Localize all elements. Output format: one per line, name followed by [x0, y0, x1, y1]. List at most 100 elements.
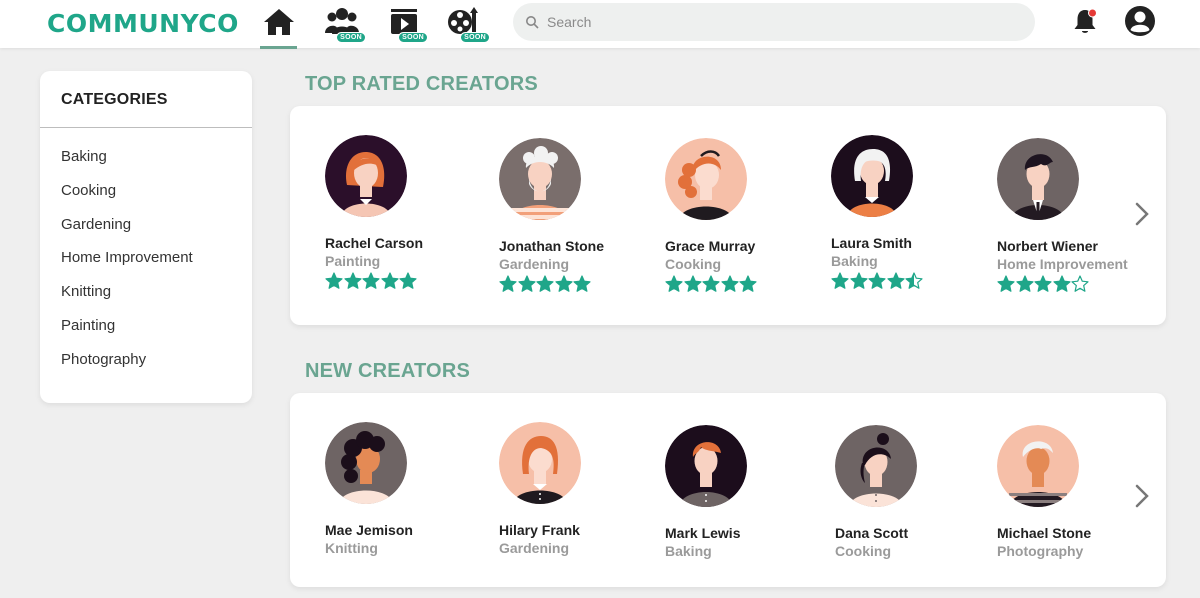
star-full-icon [665, 275, 683, 292]
star-half-icon [905, 272, 923, 289]
star-full-icon [362, 272, 380, 289]
creator-category: Baking [831, 253, 878, 269]
star-full-icon [997, 275, 1015, 292]
categories-sidebar: CATEGORIES Baking Cooking Gardening Home… [40, 71, 252, 403]
nav-video[interactable]: SOON [382, 4, 428, 43]
section-title-top-rated: TOP RATED CREATORS [305, 73, 538, 95]
star-full-icon [325, 272, 343, 289]
avatar [665, 138, 747, 220]
star-full-icon [1034, 275, 1052, 292]
carousel-next-icon[interactable] [1131, 200, 1153, 228]
rating-stars [997, 275, 1157, 293]
category-item-cooking[interactable]: Cooking [61, 181, 193, 215]
creator-card[interactable]: Mae Jemison Knitting [325, 422, 485, 556]
creator-name: Norbert Wiener [997, 238, 1099, 254]
top-rated-carousel: Rachel Carson Painting Jonathan Stone Ga… [290, 106, 1166, 325]
creator-category: Photography [997, 543, 1084, 559]
star-full-icon [554, 275, 573, 292]
new-creators-carousel: Mae Jemison Knitting Hilary Frank Garden… [290, 393, 1166, 587]
avatar [325, 422, 407, 504]
star-full-icon [886, 272, 905, 289]
star-full-icon [499, 275, 517, 292]
creator-category: Cooking [665, 256, 721, 272]
creator-category: Cooking [835, 543, 891, 559]
star-full-icon [1015, 275, 1034, 292]
avatar [997, 138, 1079, 220]
search-bar[interactable] [513, 3, 1035, 41]
rating-stars [325, 272, 485, 290]
section-title-new-creators: NEW CREATORS [305, 360, 470, 382]
carousel-next-icon[interactable] [1131, 482, 1153, 510]
avatar [665, 425, 747, 507]
star-full-icon [1052, 275, 1071, 292]
active-nav-indicator [260, 46, 297, 49]
creator-card[interactable]: Rachel Carson Painting [325, 135, 485, 290]
creator-name: Mae Jemison [325, 522, 413, 538]
account-icon[interactable] [1124, 5, 1156, 37]
creator-card[interactable]: Jonathan Stone Gardening [499, 138, 659, 293]
creator-category: Gardening [499, 540, 570, 556]
star-empty-icon [1071, 275, 1089, 292]
avatar [835, 425, 917, 507]
avatar [499, 422, 581, 504]
category-item-gardening[interactable]: Gardening [61, 215, 193, 249]
avatar [325, 135, 407, 217]
creator-name: Laura Smith [831, 235, 912, 251]
creator-name: Jonathan Stone [499, 238, 605, 254]
divider [40, 127, 252, 128]
star-full-icon [573, 275, 591, 292]
avatar [997, 425, 1079, 507]
soon-badge: SOON [398, 32, 428, 43]
category-item-painting[interactable]: Painting [61, 316, 193, 350]
star-full-icon [702, 275, 720, 292]
creator-category: Knitting [325, 540, 378, 556]
search-input[interactable] [547, 14, 1007, 30]
creator-card[interactable]: Mark Lewis Baking [665, 425, 825, 559]
creator-card[interactable]: Hilary Frank Gardening [499, 422, 659, 556]
creator-name: Mark Lewis [665, 525, 741, 541]
star-full-icon [868, 272, 886, 289]
category-item-knitting[interactable]: Knitting [61, 282, 193, 316]
app-logo[interactable]: COMMUNYCO [47, 9, 239, 38]
creator-category: Painting [325, 253, 381, 269]
star-full-icon [683, 275, 702, 292]
search-icon [526, 16, 539, 29]
avatar [831, 135, 913, 217]
category-item-home-improvement[interactable]: Home Improvement [61, 248, 193, 282]
avatar [499, 138, 581, 220]
creator-card[interactable]: Dana Scott Cooking [835, 425, 995, 559]
creator-name: Grace Murray [665, 238, 756, 254]
creator-name: Dana Scott [835, 525, 909, 541]
star-full-icon [831, 272, 849, 289]
creator-card[interactable]: Laura Smith Baking [831, 135, 991, 290]
notification-dot [1088, 8, 1097, 18]
creator-category: Gardening [499, 256, 570, 272]
star-full-icon [536, 275, 554, 292]
creator-category: Home Improvement [997, 256, 1128, 272]
top-header: COMMUNYCO SOON SOON SOON Search [0, 0, 1200, 49]
category-item-baking[interactable]: Baking [61, 147, 193, 181]
nav-home[interactable] [262, 4, 296, 40]
nav-community[interactable]: SOON [320, 4, 366, 43]
soon-badge: SOON [336, 32, 366, 43]
soon-badge: SOON [460, 32, 490, 43]
category-item-photography[interactable]: Photography [61, 350, 193, 384]
creator-name: Rachel Carson [325, 235, 424, 251]
bell-icon[interactable] [1070, 6, 1100, 36]
star-full-icon [720, 275, 739, 292]
rating-stars [499, 275, 659, 293]
rating-stars [831, 272, 991, 290]
star-full-icon [517, 275, 536, 292]
star-full-icon [849, 272, 868, 289]
creator-name: Michael Stone [997, 525, 1092, 541]
rating-stars [665, 275, 825, 293]
category-list: Baking Cooking Gardening Home Improvemen… [61, 147, 193, 384]
star-full-icon [343, 272, 362, 289]
star-full-icon [380, 272, 399, 289]
creator-card[interactable]: Grace Murray Cooking [665, 138, 825, 293]
creator-category: Baking [665, 543, 712, 559]
star-full-icon [739, 275, 757, 292]
nav-film[interactable]: SOON [440, 4, 490, 43]
sidebar-title: CATEGORIES [61, 91, 168, 108]
star-full-icon [399, 272, 417, 289]
